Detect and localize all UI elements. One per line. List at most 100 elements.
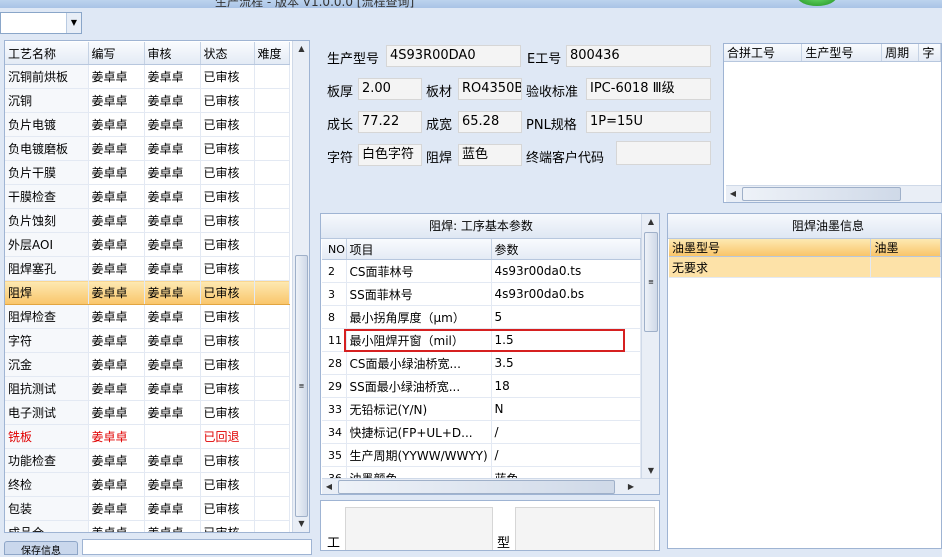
process-cell: 已审核 bbox=[200, 400, 255, 425]
standard-field[interactable]: IPC-6018 Ⅲ级 bbox=[586, 78, 711, 100]
process-row[interactable]: 沉铜 姜卓卓 姜卓卓 已审核 bbox=[5, 88, 290, 113]
ink-col-header[interactable]: 油墨 bbox=[870, 239, 941, 257]
merge-col-header[interactable]: 字 bbox=[918, 44, 941, 62]
process-row[interactable]: 成品仓 姜卓卓 姜卓卓 已审核 bbox=[5, 520, 290, 532]
process-row[interactable]: 阻焊 姜卓卓 姜卓卓 已审核 bbox=[5, 280, 290, 305]
process-row[interactable]: 字符 姜卓卓 姜卓卓 已审核 bbox=[5, 328, 290, 353]
params-scroll-thumb[interactable]: ≡ bbox=[644, 232, 658, 332]
mask-field[interactable]: 蓝色 bbox=[458, 144, 522, 166]
process-cell: 姜卓卓 bbox=[88, 400, 145, 425]
process-row[interactable]: 电子测试 姜卓卓 姜卓卓 已审核 bbox=[5, 400, 290, 425]
process-cell bbox=[254, 520, 290, 532]
process-row[interactable]: 沉金 姜卓卓 姜卓卓 已审核 bbox=[5, 352, 290, 377]
params-row[interactable]: 33 无铅标记(Y/N) N bbox=[322, 397, 641, 421]
params-row[interactable]: 35 生产周期(YYWW/WWYY) / bbox=[322, 443, 641, 467]
ink-row[interactable]: 无要求 bbox=[669, 256, 941, 278]
scroll-up-icon[interactable]: ▲ bbox=[293, 41, 309, 57]
bottom-field-right[interactable] bbox=[515, 507, 655, 550]
save-info-tab[interactable]: 保存信息 bbox=[4, 541, 78, 557]
process-cell: 成品仓 bbox=[5, 520, 89, 532]
process-row[interactable]: 阻抗测试 姜卓卓 姜卓卓 已审核 bbox=[5, 376, 290, 401]
params-col-header[interactable]: 项目 bbox=[346, 239, 492, 260]
ink-col-header[interactable]: 油墨型号 bbox=[669, 239, 872, 257]
process-cell: 阻抗测试 bbox=[5, 376, 89, 401]
bottom-field-left[interactable] bbox=[345, 507, 493, 550]
highlight-box bbox=[344, 329, 625, 352]
params-col-header[interactable]: NO bbox=[322, 239, 347, 260]
process-col-header[interactable]: 审核 bbox=[144, 42, 201, 65]
bottom-label-right: 型 bbox=[497, 536, 511, 551]
scroll-left-icon[interactable]: ◀ bbox=[726, 186, 740, 202]
params-col-header[interactable]: 参数 bbox=[491, 239, 641, 260]
params-row[interactable]: 29 SS面最小绿油桥宽... 18 bbox=[322, 374, 641, 398]
scroll-thumb[interactable]: ≡ bbox=[295, 255, 308, 517]
merge-scroll-thumb[interactable] bbox=[742, 187, 901, 201]
save-info-field[interactable] bbox=[82, 539, 312, 555]
process-cell: 电子测试 bbox=[5, 400, 89, 425]
process-col-header[interactable]: 工艺名称 bbox=[5, 42, 89, 65]
process-row[interactable]: 干膜检查 姜卓卓 姜卓卓 已审核 bbox=[5, 184, 290, 209]
material-field[interactable]: RO4350B bbox=[458, 78, 522, 100]
process-cell: 已审核 bbox=[200, 280, 255, 305]
process-cell: 已审核 bbox=[200, 304, 255, 329]
params-row[interactable]: 28 CS面最小绿油桥宽... 3.5 bbox=[322, 351, 641, 375]
process-cell bbox=[254, 496, 290, 521]
params-row[interactable]: 2 CS面菲林号 4s93r00da0.ts bbox=[322, 259, 641, 283]
scroll-down-icon[interactable]: ▼ bbox=[642, 463, 659, 479]
params-cell: 快捷标记(FP+UL+D... bbox=[346, 420, 492, 444]
process-row[interactable]: 包装 姜卓卓 姜卓卓 已审核 bbox=[5, 496, 290, 521]
process-row[interactable]: 负电镀磨板 姜卓卓 姜卓卓 已审核 bbox=[5, 136, 290, 161]
params-cell: 3.5 bbox=[491, 351, 641, 375]
process-cell: 姜卓卓 bbox=[144, 256, 201, 281]
scroll-right-icon[interactable]: ▶ bbox=[624, 479, 638, 494]
process-cell: 已审核 bbox=[200, 496, 255, 521]
job-field[interactable]: 800436 bbox=[566, 45, 711, 67]
process-row[interactable]: 外层AOI 姜卓卓 姜卓卓 已审核 bbox=[5, 232, 290, 257]
scroll-left-icon[interactable]: ◀ bbox=[322, 479, 336, 494]
params-row[interactable]: 3 SS面菲林号 4s93r00da0.bs bbox=[322, 282, 641, 306]
char-field[interactable]: 白色字符 bbox=[358, 144, 422, 166]
process-row[interactable]: 阻焊检查 姜卓卓 姜卓卓 已审核 bbox=[5, 304, 290, 329]
model-field[interactable]: 4S93R00DA0 bbox=[386, 45, 521, 67]
scroll-up-icon[interactable]: ▲ bbox=[642, 214, 659, 230]
process-row[interactable]: 负片蚀刻 姜卓卓 姜卓卓 已审核 bbox=[5, 208, 290, 233]
top-combobox[interactable]: ▼ bbox=[0, 12, 82, 34]
process-cell: 姜卓卓 bbox=[88, 88, 145, 113]
process-cell bbox=[254, 160, 290, 185]
process-col-header[interactable]: 难度 bbox=[254, 42, 290, 65]
params-vscrollbar[interactable]: ▲ ≡ ▼ bbox=[641, 214, 659, 479]
process-cell: 已审核 bbox=[200, 376, 255, 401]
customer-code-field[interactable] bbox=[616, 141, 711, 165]
chevron-down-icon[interactable]: ▼ bbox=[66, 13, 81, 33]
params-hscroll-thumb[interactable] bbox=[338, 480, 615, 494]
process-row[interactable]: 沉铜前烘板 姜卓卓 姜卓卓 已审核 bbox=[5, 64, 290, 89]
process-cell: 已审核 bbox=[200, 88, 255, 113]
params-row[interactable]: 8 最小拐角厚度（μm） 5 bbox=[322, 305, 641, 329]
process-col-header[interactable]: 状态 bbox=[200, 42, 255, 65]
process-row[interactable]: 功能检查 姜卓卓 姜卓卓 已审核 bbox=[5, 448, 290, 473]
process-cell bbox=[254, 184, 290, 209]
process-row[interactable]: 终检 姜卓卓 姜卓卓 已审核 bbox=[5, 472, 290, 497]
pnl-field[interactable]: 1P=15U bbox=[586, 111, 711, 133]
params-row[interactable]: 34 快捷标记(FP+UL+D... / bbox=[322, 420, 641, 444]
scroll-down-icon[interactable]: ▼ bbox=[293, 516, 309, 532]
process-col-header[interactable]: 编写 bbox=[88, 42, 145, 65]
merge-col-header[interactable]: 合拼工号 bbox=[724, 44, 803, 62]
process-list-scrollbar[interactable]: ▲ ≡ ▼ bbox=[292, 41, 309, 532]
process-row[interactable]: 铣板 姜卓卓 已回退 bbox=[5, 424, 290, 449]
process-row[interactable]: 阻焊塞孔 姜卓卓 姜卓卓 已审核 bbox=[5, 256, 290, 281]
merge-col-header[interactable]: 生产型号 bbox=[801, 44, 883, 62]
process-cell: 阻焊检查 bbox=[5, 304, 89, 329]
thickness-field[interactable]: 2.00 bbox=[358, 78, 422, 100]
length-field[interactable]: 77.22 bbox=[358, 111, 422, 133]
process-row[interactable]: 负片干膜 姜卓卓 姜卓卓 已审核 bbox=[5, 160, 290, 185]
merge-hscrollbar[interactable]: ◀ bbox=[726, 185, 941, 202]
process-cell: 姜卓卓 bbox=[144, 160, 201, 185]
process-row[interactable]: 负片电镀 姜卓卓 姜卓卓 已审核 bbox=[5, 112, 290, 137]
width-field[interactable]: 65.28 bbox=[458, 111, 522, 133]
params-hscrollbar[interactable]: ◀ ▶ bbox=[322, 478, 659, 494]
process-cell bbox=[254, 256, 290, 281]
merge-col-header[interactable]: 周期 bbox=[881, 44, 920, 62]
process-cell: 姜卓卓 bbox=[88, 496, 145, 521]
params-cell: CS面最小绿油桥宽... bbox=[346, 351, 492, 375]
